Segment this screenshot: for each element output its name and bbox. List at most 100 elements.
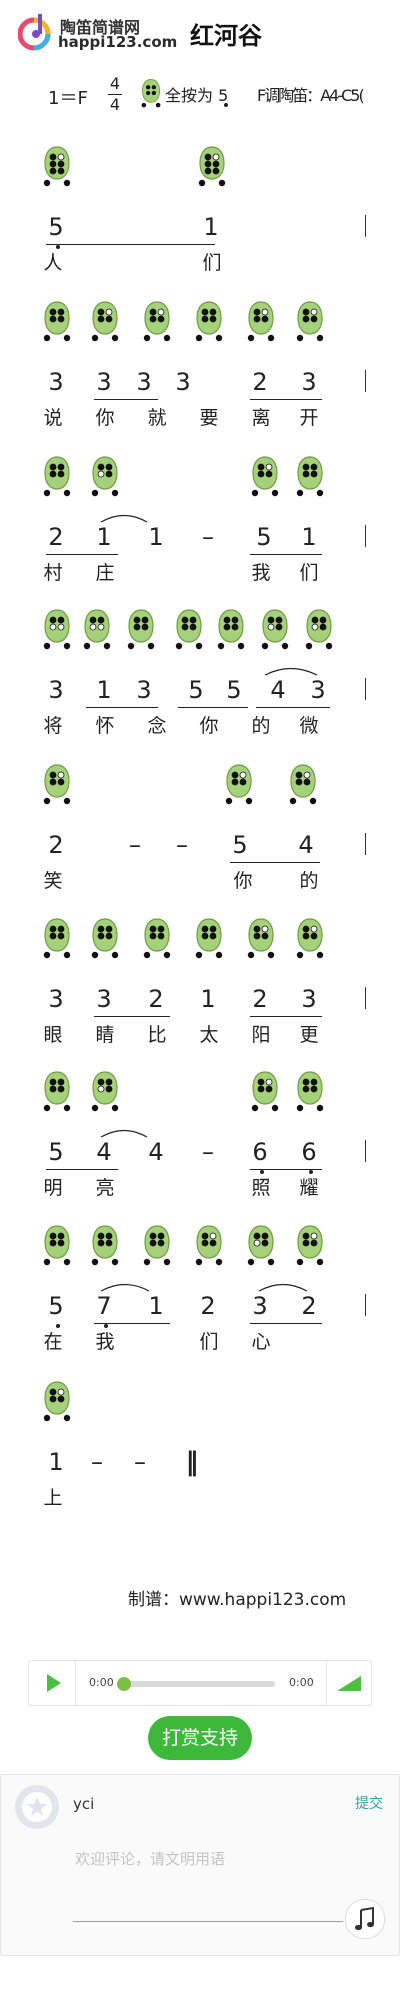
- note: –: [176, 831, 188, 859]
- bar-line: [365, 987, 366, 1009]
- ocarina-fingering-icon: [90, 917, 120, 963]
- bar-line: [365, 1140, 366, 1162]
- ocarina-fingering-icon: [197, 145, 227, 191]
- music-button[interactable]: [345, 1899, 385, 1939]
- comment-input[interactable]: [73, 1845, 377, 1873]
- low-octave-dot: [309, 1170, 313, 1174]
- tie-arc: [264, 667, 318, 676]
- avatar: [15, 1785, 59, 1829]
- note: 4: [298, 831, 314, 859]
- time-signature-bottom: 4: [109, 95, 121, 114]
- volume-button[interactable]: [326, 1661, 371, 1705]
- ocarina-fingering-icon: [90, 1070, 120, 1116]
- note: 6: [301, 1138, 317, 1166]
- lyric: 开: [299, 407, 319, 429]
- lyric: 笑: [43, 870, 63, 892]
- ocarina-fingering-icon: [246, 917, 276, 963]
- lyric: 的: [251, 715, 271, 737]
- ocarina-fingering-icon: [42, 455, 72, 501]
- note: 2: [252, 985, 268, 1013]
- lyric: 们: [199, 1331, 219, 1353]
- lyric: 你: [95, 407, 115, 429]
- note: 3: [252, 1292, 268, 1320]
- comment-underline: [73, 1921, 343, 1922]
- lyric: 念: [147, 715, 167, 737]
- ocarina-fingering-icon: [42, 1224, 72, 1270]
- tip-support-button[interactable]: 打赏支持: [148, 1716, 252, 1760]
- note: –: [202, 523, 214, 551]
- current-time: 0:00: [89, 1676, 114, 1689]
- note: 1: [200, 985, 216, 1013]
- lyric: 心: [251, 1331, 271, 1353]
- ocarina-fingering-icon: [42, 763, 72, 809]
- ocarina-fingering-icon: [42, 145, 72, 191]
- lyric: 说: [43, 407, 63, 429]
- ocarina-fingering-icon: [295, 1224, 325, 1270]
- audio-player: 0:00 0:00: [28, 1660, 372, 1706]
- beam-underline: [46, 1169, 118, 1170]
- note: 2: [148, 985, 164, 1013]
- ocarina-fingering-icon: [126, 608, 156, 654]
- lyric: 阳: [251, 1024, 271, 1046]
- beam-underline: [178, 707, 248, 708]
- note: 3: [96, 985, 112, 1013]
- progress-knob[interactable]: [117, 1677, 131, 1691]
- lyric: 庄: [95, 562, 115, 584]
- site-logo-icon[interactable]: [17, 12, 54, 52]
- ocarina-fingering-icon: [42, 1380, 72, 1426]
- maker-credit[interactable]: 制谱：www.happi123.com: [128, 1585, 346, 1610]
- score-row: 2 1 1 – 5 1 村 庄 我 们: [0, 455, 400, 605]
- note: ‖: [185, 1447, 199, 1477]
- low-octave-dot: [56, 1324, 60, 1328]
- bar-line: [365, 370, 366, 392]
- submit-button[interactable]: 提交: [355, 1793, 383, 1813]
- note: –: [91, 1448, 103, 1476]
- beam-underline: [250, 1016, 322, 1017]
- ocarina-fingering-icon: [42, 608, 72, 654]
- ocarina-fingering-icon: [295, 1070, 325, 1116]
- note: 5: [226, 676, 242, 704]
- site-url[interactable]: happi123.com: [58, 33, 177, 51]
- lyric: 要: [199, 407, 219, 429]
- note: 1: [96, 676, 112, 704]
- note: 5: [48, 1292, 64, 1320]
- note: 2: [48, 831, 64, 859]
- low-octave-dot: [56, 245, 60, 249]
- progress-track[interactable]: [123, 1681, 275, 1687]
- play-button[interactable]: [29, 1661, 76, 1705]
- lyric: 在: [43, 1331, 63, 1353]
- lyric: 更: [299, 1024, 319, 1046]
- note: 3: [48, 368, 64, 396]
- fingering-note: 全按为 5: [165, 82, 228, 106]
- ocarina-fingering-icon: [142, 917, 172, 963]
- lyric: 明: [43, 1177, 63, 1199]
- ocarina-fingering-icon: [194, 300, 224, 346]
- full-closed-ocarina-icon: [140, 78, 162, 108]
- lyric: 将: [43, 715, 63, 737]
- tie-arc: [100, 514, 148, 523]
- note: 1: [203, 213, 219, 241]
- note: 5: [188, 676, 204, 704]
- lyric: 你: [199, 715, 219, 737]
- note: 1: [48, 1448, 64, 1476]
- score-row: 2 – – 5 4 笑 你 的: [0, 763, 400, 913]
- beam-underline: [250, 399, 322, 400]
- beam-underline: [86, 707, 158, 708]
- beam-underline: [230, 862, 320, 863]
- note: 3: [96, 368, 112, 396]
- ocarina-fingering-icon: [295, 917, 325, 963]
- lyric: 离: [251, 407, 271, 429]
- note: 2: [200, 1292, 216, 1320]
- score-row: 5 4 4 – 6 6 明 亮 照 耀: [0, 1070, 400, 1220]
- lyric: 们: [202, 252, 222, 274]
- range-text: F调陶笛：A4-C5(: [257, 86, 365, 105]
- beam-underline: [46, 554, 118, 555]
- lyric: 们: [299, 562, 319, 584]
- score-row: 1– – ‖ 上: [0, 1380, 400, 1530]
- lyric: 睛: [95, 1024, 115, 1046]
- ocarina-fingering-icon: [295, 455, 325, 501]
- ocarina-fingering-icon: [194, 1224, 224, 1270]
- tie-arc: [100, 1283, 150, 1292]
- ocarina-fingering-icon: [42, 917, 72, 963]
- note: –: [129, 831, 141, 859]
